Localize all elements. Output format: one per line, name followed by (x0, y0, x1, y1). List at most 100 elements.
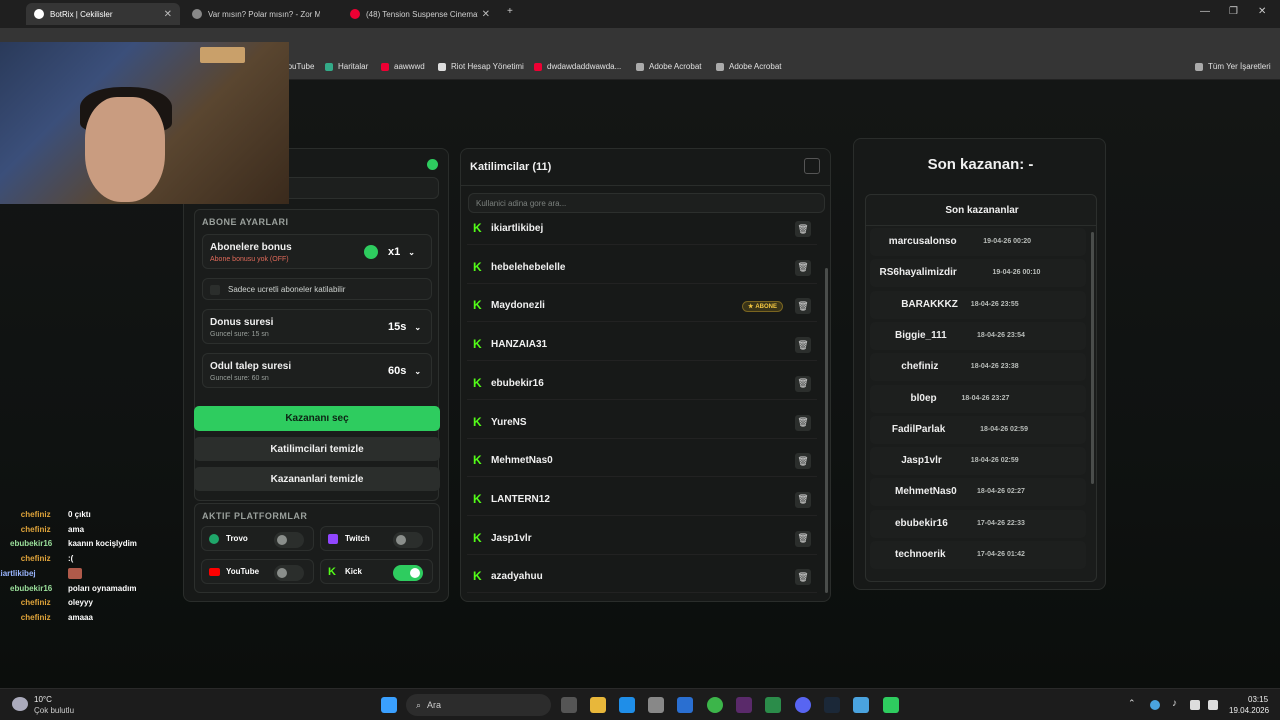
close-tab-icon[interactable]: ✕ (482, 9, 490, 20)
delete-icon[interactable]: 🗑 (795, 375, 811, 392)
pick-winner-button[interactable]: Kazananı seç (194, 406, 440, 431)
app-icon[interactable] (883, 697, 899, 713)
clock-date[interactable]: 19.04.2026 (1229, 706, 1269, 715)
info-icon[interactable] (427, 159, 438, 170)
trovo-toggle[interactable] (274, 532, 304, 548)
delete-icon[interactable]: 🗑 (795, 453, 811, 470)
participants-title: Katilimcilar (11) (470, 161, 552, 173)
participant-name: YureNS (491, 416, 527, 428)
bookmark-aawwwd[interactable]: aawwwd (381, 62, 425, 71)
kick-toggle[interactable] (393, 565, 423, 581)
winner-name: technoerik (895, 549, 946, 560)
only-subs-checkbox[interactable] (210, 285, 220, 295)
tab-youtube[interactable]: (48) Tension Suspense Cinemati ✕ (342, 3, 498, 25)
delete-icon[interactable]: 🗑 (795, 298, 811, 315)
winner-date: 17-04-26 01:42 (977, 551, 1025, 558)
maximize-icon[interactable]: ❐ (1229, 6, 1238, 17)
chat-text: kaanın kocişlydim (68, 539, 137, 549)
tab-botrix[interactable]: BotRix | Cekilisler ✕ (26, 3, 180, 25)
new-tab-icon[interactable]: + (507, 6, 513, 17)
clear-winners-button[interactable]: Kazananlari temizle (194, 467, 440, 491)
bonus-select[interactable]: x1 ⌄ (388, 246, 415, 258)
mail-icon[interactable] (677, 697, 693, 713)
minimize-icon[interactable]: — (1200, 6, 1210, 17)
participant-row: K HANZAIA31 🗑 (467, 329, 817, 362)
chat-username: chefiniz (20, 510, 51, 519)
file-explorer-icon[interactable] (590, 697, 606, 713)
platforms-section: AKTIF PLATFORMLAR Trovo Twitch YouTube K… (194, 503, 440, 593)
mic-icon[interactable]: ♪ (1172, 698, 1177, 709)
browser-tab-bar: BotRix | Cekilisler ✕ Var mısın? Polar mı… (0, 0, 1280, 28)
delete-icon[interactable]: 🗑 (795, 221, 811, 237)
taskbar-search[interactable]: ⌕ Ara (406, 694, 551, 716)
trovo-icon (209, 534, 219, 544)
info-icon[interactable] (364, 245, 378, 259)
chat-username: ebubekir16 (10, 539, 53, 549)
youtube-icon (534, 62, 542, 71)
clock-time[interactable]: 03:15 (1248, 695, 1268, 704)
delete-icon[interactable]: 🗑 (795, 569, 811, 586)
winner-name: bl0ep (910, 392, 937, 404)
store-icon[interactable] (648, 697, 664, 713)
only-subs-row[interactable]: Sadece ucretli aboneler katilabilir (202, 278, 432, 300)
bookmark-dwd[interactable]: dwdawdaddwawda... (534, 62, 621, 71)
spin-select[interactable]: 15s ⌄ (388, 321, 421, 333)
bookmark-riot[interactable]: Riot Hesap Yönetimi (438, 62, 524, 71)
app-icon[interactable] (853, 697, 869, 713)
claim-select[interactable]: 60s ⌄ (388, 365, 421, 377)
cloud-icon (12, 697, 28, 711)
bonus-status: Abone bonusu yok (OFF) (210, 256, 289, 263)
edge-icon[interactable] (619, 697, 635, 713)
participant-search-input[interactable]: Kullanici adina gore ara... (468, 193, 825, 213)
winners-scrollbar[interactable] (1091, 232, 1094, 484)
delete-icon[interactable]: 🗑 (795, 414, 811, 431)
bookmark-adobe-1[interactable]: Adobe Acrobat (636, 62, 701, 71)
bookmark-adobe-2[interactable]: Adobe Acrobat (716, 62, 781, 71)
spin-title: Donus suresi (210, 317, 274, 328)
twitch-icon (328, 534, 338, 544)
delete-icon[interactable]: 🗑 (795, 491, 811, 508)
participant-row: K Maydonezli ★ ABONE 🗑 (467, 290, 817, 323)
windows-start-icon[interactable] (381, 697, 397, 713)
close-tab-icon[interactable]: ✕ (164, 9, 172, 20)
chevron-up-icon[interactable]: ⌃ (1128, 698, 1136, 709)
spin-duration-row: Donus suresi Guncel sure: 15 sn 15s ⌄ (202, 309, 432, 344)
delete-icon[interactable]: 🗑 (795, 530, 811, 547)
task-view-icon[interactable] (561, 697, 577, 713)
search-icon: ⌕ (416, 699, 422, 710)
delete-icon[interactable]: 🗑 (795, 337, 811, 354)
last-winner-title: Son kazanan: - (927, 156, 1034, 173)
winner-name: Jasp1vlr (901, 455, 942, 467)
chat-username: chefiniz (20, 598, 51, 608)
participant-name: HANZAIA31 (491, 339, 548, 351)
delete-icon[interactable]: 🗑 (795, 259, 811, 276)
discord-icon[interactable] (795, 697, 811, 713)
winner-date: 18-04-26 02:59 (970, 457, 1019, 465)
participants-scrollbar[interactable] (825, 268, 828, 593)
network-icon[interactable] (1190, 700, 1200, 710)
winner-date: 19-04-26 00:20 (983, 238, 1032, 245)
kick-icon: K (473, 298, 482, 313)
globe-icon (192, 9, 202, 19)
raffle-settings-panel: ABONE AYARLARI Abonelere bonus Abone bon… (183, 148, 449, 602)
winner-name: Biggie_111 (895, 329, 947, 341)
tab-polar[interactable]: Var mısın? Polar mısın? - Zor M (184, 3, 340, 25)
winner-date: 18-04-26 23:54 (977, 331, 1025, 339)
copy-icon[interactable] (804, 158, 820, 174)
twitch-toggle[interactable] (393, 532, 423, 548)
all-bookmarks[interactable]: Tüm Yer İşaretleri (1195, 62, 1271, 71)
winner-name: FadilParlak (891, 423, 946, 435)
youtube-toggle[interactable] (274, 565, 304, 581)
app-icon[interactable] (736, 697, 752, 713)
only-subs-label: Sadece ucretli aboneler katilabilir (228, 285, 346, 294)
participant-row: K LANTERN12 🗑 (467, 484, 817, 516)
bookmark-maps[interactable]: Haritalar (325, 62, 368, 71)
clear-participants-button[interactable]: Katilimcilari temizle (194, 437, 440, 461)
steam-icon[interactable] (824, 697, 840, 713)
close-window-icon[interactable]: ✕ (1258, 6, 1266, 17)
botrix-favicon-icon (34, 9, 44, 19)
app-icon[interactable] (765, 697, 781, 713)
tray-icon[interactable] (1150, 700, 1160, 710)
chrome-icon[interactable] (707, 697, 723, 713)
volume-icon[interactable] (1208, 700, 1218, 710)
